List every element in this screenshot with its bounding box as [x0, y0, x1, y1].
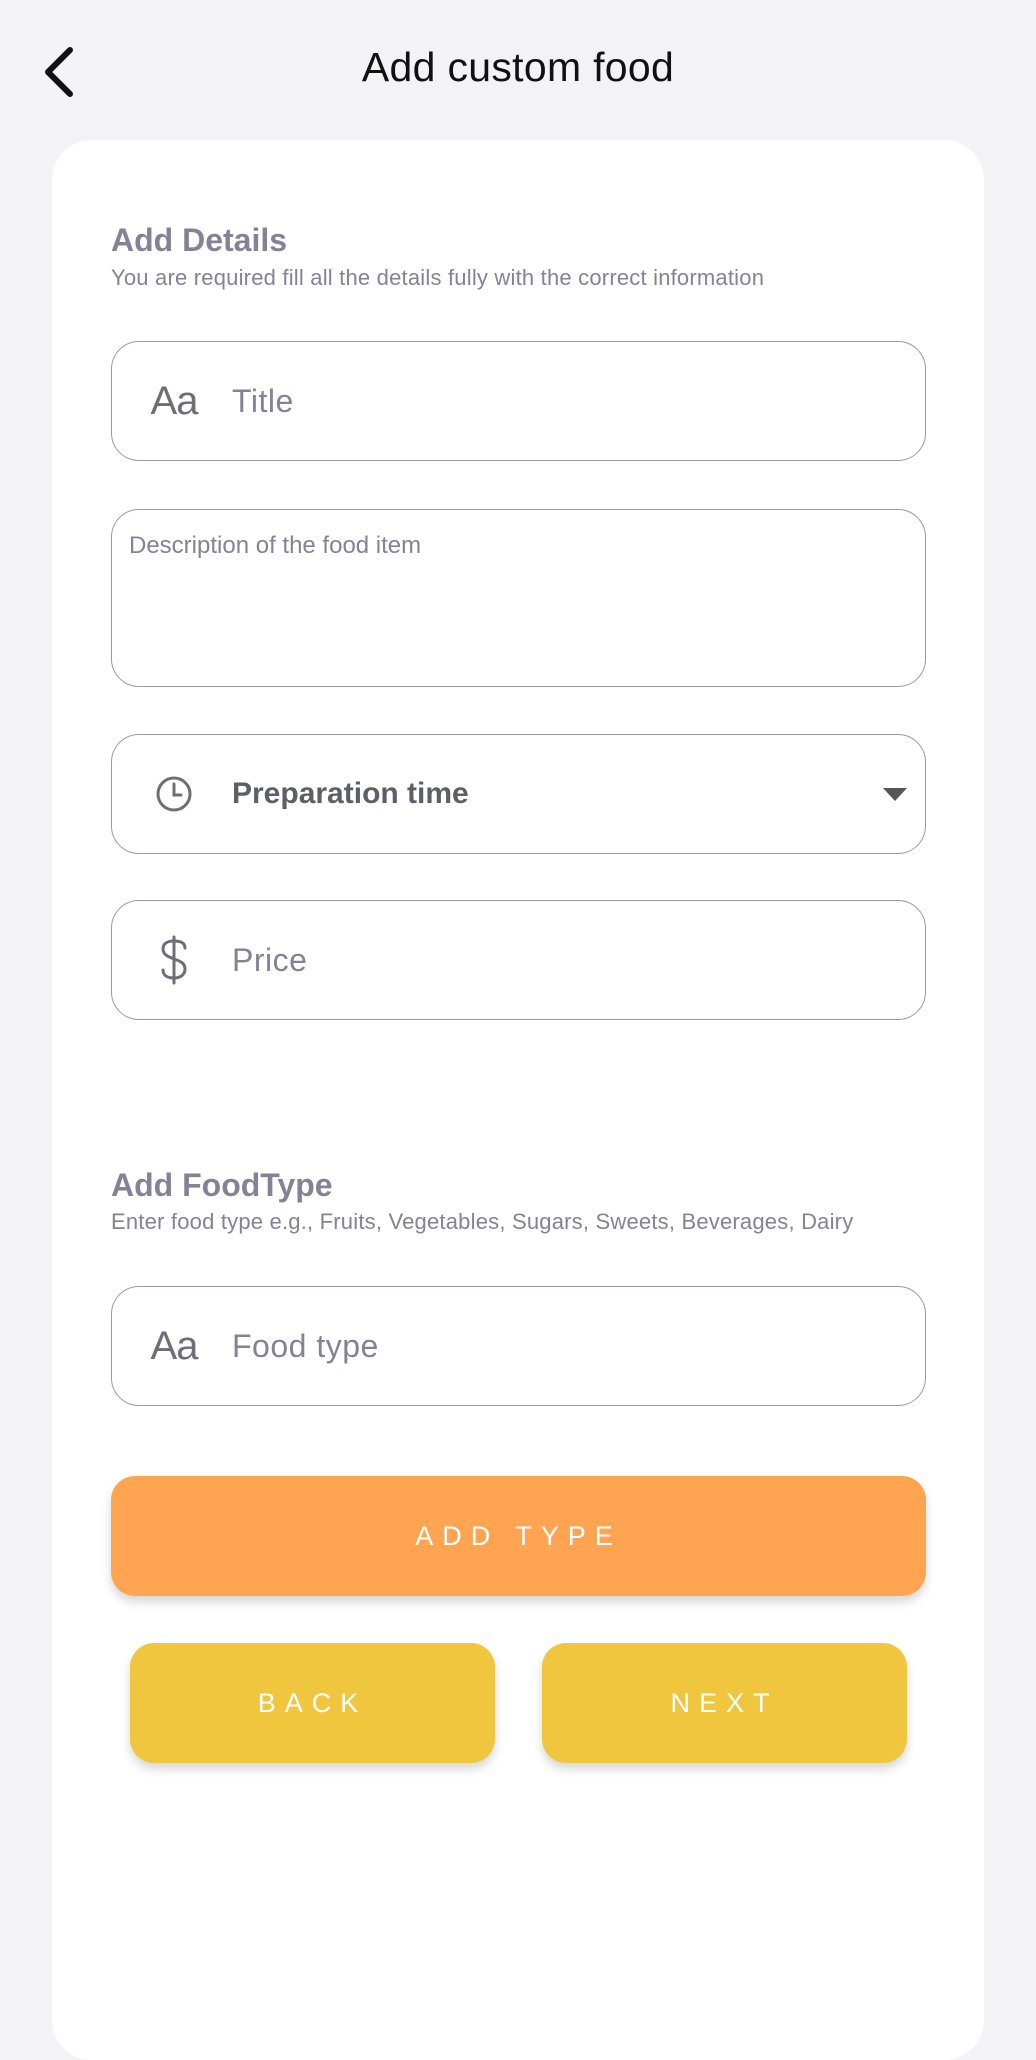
foodtype-section-title: Add FoodType: [111, 1167, 333, 1203]
preparation-time-label: Preparation time: [232, 777, 469, 810]
price-placeholder: Price: [232, 941, 308, 978]
dollar-icon: [144, 934, 204, 986]
title-input[interactable]: Aa Title: [111, 341, 926, 461]
description-textarea[interactable]: Description of the food item: [111, 509, 926, 687]
text-aa-icon: Aa: [150, 378, 199, 423]
text-aa-icon: Aa: [150, 1323, 199, 1368]
page-title: Add custom food: [361, 44, 675, 90]
foodtype-section-subtitle: Enter food type e.g., Fruits, Vegetables…: [111, 1209, 854, 1234]
title-placeholder: Title: [232, 382, 294, 419]
clock-icon: [144, 774, 204, 814]
price-input[interactable]: Price: [111, 900, 926, 1020]
dropdown-arrow-icon: [883, 787, 907, 801]
app-header: Add custom food: [0, 0, 1036, 140]
food-type-placeholder: Food type: [232, 1327, 379, 1364]
details-section-title: Add Details: [111, 222, 288, 258]
preparation-time-select[interactable]: Preparation time: [111, 734, 926, 854]
add-type-button[interactable]: ADD TYPE: [111, 1476, 926, 1596]
details-section-subtitle: You are required fill all the details fu…: [111, 265, 765, 290]
description-placeholder: Description of the food item: [129, 532, 422, 559]
next-button[interactable]: NEXT: [542, 1643, 907, 1763]
back-button[interactable]: BACK: [130, 1643, 495, 1763]
food-type-input[interactable]: Aa Food type: [111, 1286, 926, 1406]
